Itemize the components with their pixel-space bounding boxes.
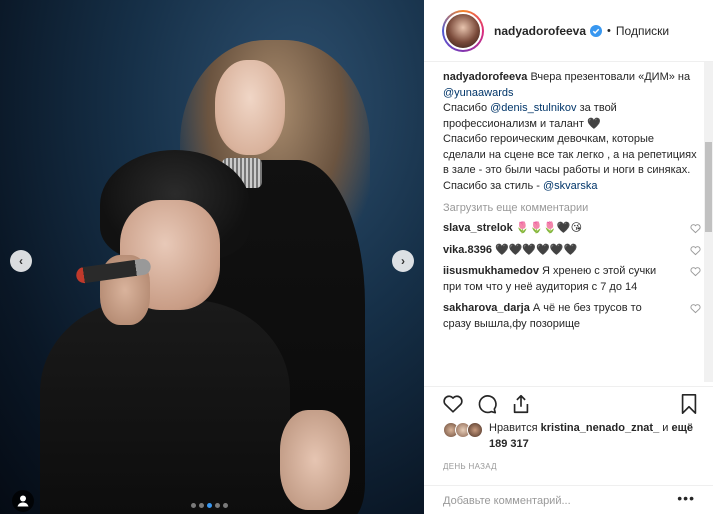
- add-comment-bar: •••: [424, 485, 713, 514]
- header-separator: •: [607, 24, 611, 37]
- woman-face: [215, 60, 285, 155]
- comment-input[interactable]: [443, 493, 673, 509]
- share-upload-icon[interactable]: [510, 393, 532, 415]
- caption-text: Спасибо: [443, 102, 491, 114]
- tagged-people-button[interactable]: [12, 490, 34, 512]
- comment-bubble-icon[interactable]: [476, 393, 498, 415]
- comment-username[interactable]: iisusmukhamedov: [443, 265, 539, 277]
- comment-username[interactable]: vika.8396: [443, 244, 492, 256]
- comments-list: nadyadorofeeva Вчера презентовали «ДИМ» …: [424, 70, 713, 380]
- likes-prefix: Нравится: [489, 422, 541, 434]
- post-actions: Нравится kristina_nenado_znat_ и ещё 189…: [424, 386, 713, 514]
- carousel-dot: [199, 503, 204, 508]
- post-header: nadyadorofeeva • Подписки: [424, 0, 713, 62]
- post-photo[interactable]: ‹ ›: [0, 0, 424, 514]
- author-username[interactable]: nadyadorofeeva: [494, 24, 586, 38]
- post-side-panel: nadyadorofeeva • Подписки nadyadorofeeva…: [424, 0, 713, 514]
- likes-middle: и: [659, 422, 672, 434]
- liker-avatar[interactable]: [467, 422, 483, 438]
- carousel-next-button[interactable]: ›: [392, 250, 414, 272]
- likes-text: Нравится kristina_nenado_znat_ и ещё 189…: [489, 421, 703, 452]
- carousel-dot: [215, 503, 220, 508]
- save-bookmark-button[interactable]: [679, 393, 699, 415]
- person-icon: [17, 495, 29, 507]
- more-options-button[interactable]: •••: [677, 490, 695, 506]
- comment-username[interactable]: slava_strelok: [443, 222, 513, 234]
- likes-summary: Нравится kristina_nenado_znat_ и ещё 189…: [443, 421, 703, 452]
- liker-username[interactable]: kristina_nenado_znat_: [541, 422, 660, 434]
- caption-username[interactable]: nadyadorofeeva: [443, 71, 527, 83]
- man-figure: [40, 300, 290, 514]
- like-comment-heart-icon[interactable]: [690, 266, 701, 277]
- mention-link[interactable]: @skvarska: [543, 180, 598, 192]
- post-caption: nadyadorofeeva Вчера презентовали «ДИМ» …: [443, 70, 698, 194]
- liker-avatars[interactable]: [443, 422, 483, 438]
- carousel-dot: [191, 503, 196, 508]
- comment-text: 🌷🌷🌷🖤😘: [515, 222, 583, 234]
- caption-text: Вчера презентовали «ДИМ» на: [530, 71, 691, 83]
- following-button[interactable]: Подписки: [616, 24, 669, 38]
- verified-badge-icon: [590, 24, 603, 37]
- like-comment-heart-icon[interactable]: [690, 303, 701, 314]
- like-comment-heart-icon[interactable]: [690, 245, 701, 256]
- action-buttons: [442, 393, 532, 415]
- caption-text: Спасибо героическим девочкам, которые сд…: [443, 133, 697, 176]
- comment-item: sakharova_darja А чё не без трусов то ср…: [443, 301, 701, 332]
- carousel-dot: [223, 503, 228, 508]
- comment-item: iisusmukhamedov Я хренею с этой сучки пр…: [443, 264, 701, 295]
- carousel-dot-active: [207, 503, 212, 508]
- woman-hand: [280, 410, 350, 510]
- carousel-prev-button[interactable]: ‹: [10, 250, 32, 272]
- mention-link[interactable]: @yunaawards: [443, 87, 513, 99]
- comment-item: slava_strelok 🌷🌷🌷🖤😘: [443, 221, 701, 237]
- bookmark-icon: [681, 394, 697, 414]
- mention-link[interactable]: @denis_stulnikov: [490, 102, 576, 114]
- carousel-dots: [191, 503, 228, 508]
- author-avatar[interactable]: [442, 9, 484, 52]
- comment-text: 🖤🖤🖤🖤🖤🖤: [495, 243, 578, 256]
- comment-username[interactable]: sakharova_darja: [443, 302, 530, 314]
- like-comment-heart-icon[interactable]: [690, 223, 701, 234]
- load-more-comments[interactable]: Загрузить еще комментарии: [443, 202, 713, 214]
- post-timestamp[interactable]: ДЕНЬ НАЗАД: [443, 462, 497, 471]
- like-heart-icon[interactable]: [442, 393, 464, 415]
- caption-text: Спасибо за стиль -: [443, 179, 543, 192]
- comment-item: vika.8396 🖤🖤🖤🖤🖤🖤: [443, 243, 701, 259]
